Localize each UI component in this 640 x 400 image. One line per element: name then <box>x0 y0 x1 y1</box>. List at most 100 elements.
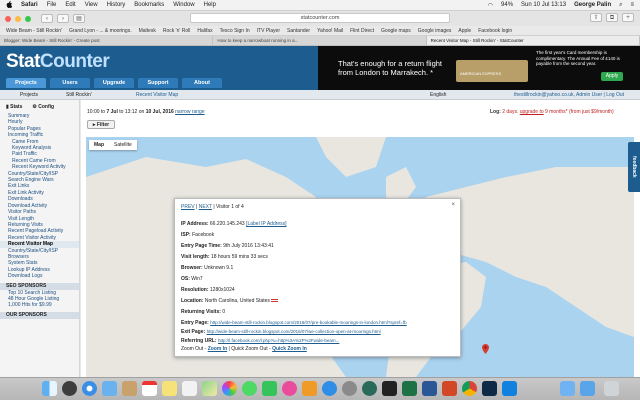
finder-icon[interactable] <box>42 381 57 396</box>
excel-icon[interactable] <box>402 381 417 396</box>
menubar-user[interactable]: George Palin <box>574 2 611 8</box>
facetime-icon[interactable] <box>262 381 277 396</box>
visitor-map[interactable]: Map Satellite × PREV | NEXT | Visitor 1 … <box>86 137 634 377</box>
chrome-icon[interactable] <box>462 381 477 396</box>
filter-button[interactable]: ▸ Filter <box>87 120 115 129</box>
close-icon[interactable]: × <box>451 202 455 208</box>
battery-percent[interactable]: 94% <box>501 2 513 8</box>
nav-projects[interactable]: Projects <box>6 78 46 88</box>
photoshop-icon[interactable] <box>482 381 497 396</box>
bookmark-item[interactable]: Rock 'n' Roll <box>163 28 190 34</box>
nav-users[interactable]: Users <box>50 78 90 88</box>
menu-bookmarks[interactable]: Bookmarks <box>134 2 164 8</box>
label-ip-link[interactable]: [Label IP Address] <box>246 221 287 227</box>
tab-narrowboat[interactable]: How to keep a narrowboat running in a... <box>213 36 427 45</box>
bookmark-item[interactable]: Santander <box>287 28 310 34</box>
bookmark-item[interactable]: Facebook login <box>478 28 512 34</box>
apple-menu-icon[interactable] <box>6 0 13 10</box>
sidebar-item[interactable]: Download Logs <box>0 273 79 279</box>
sponsor-link[interactable]: 1,000 Hits for $9.99 <box>0 302 79 308</box>
bookmark-item[interactable]: Grand Lyon - ... & moorings. <box>69 28 132 34</box>
menu-file[interactable]: File <box>47 2 57 8</box>
list-icon[interactable]: ≡ <box>630 2 634 8</box>
upgrade-link[interactable]: upgrade to <box>520 109 544 115</box>
word-icon[interactable] <box>422 381 437 396</box>
language-select[interactable]: English <box>430 90 446 100</box>
ibooks-icon[interactable] <box>302 381 317 396</box>
wifi-icon[interactable]: ◠ <box>488 2 493 9</box>
close-window-icon[interactable] <box>5 15 11 22</box>
tab-stats[interactable]: ▮ Stats <box>6 104 22 110</box>
menu-window[interactable]: Window <box>173 2 194 8</box>
notes-icon[interactable] <box>162 381 177 396</box>
bookmark-item[interactable]: Tesco Sign In <box>220 28 250 34</box>
nav-upgrade[interactable]: Upgrade <box>94 78 134 88</box>
breadcrumb-project[interactable]: Still Rockin' <box>66 90 92 100</box>
next-visitor-link[interactable]: NEXT <box>199 204 212 210</box>
entry-page-link[interactable]: http://wide-beam-still-rockin.blogspot.c… <box>210 320 406 325</box>
safari-icon[interactable] <box>82 381 97 396</box>
bookmark-item[interactable]: ITV Player <box>257 28 280 34</box>
narrow-range-link[interactable]: narrow range <box>175 109 204 115</box>
documents-folder-icon[interactable] <box>580 381 595 396</box>
messages-icon[interactable] <box>242 381 257 396</box>
maps-icon[interactable] <box>202 381 217 396</box>
menu-safari[interactable]: Safari <box>21 2 38 8</box>
bookmark-item[interactable]: Halifax <box>197 28 212 34</box>
itunes-icon[interactable] <box>282 381 297 396</box>
date-start[interactable]: 7 Jul <box>106 109 117 115</box>
dropbox-icon[interactable] <box>502 381 517 396</box>
account-info[interactable]: thestillrockin@yahoo.co.uk, Admin User |… <box>514 90 624 100</box>
nav-support[interactable]: Support <box>138 78 178 88</box>
exit-page-link[interactable]: http://wide-beam-still-rockin.blogspot.c… <box>207 329 381 334</box>
address-bar[interactable]: statcounter.com <box>190 13 450 23</box>
feedback-tab[interactable]: feedback <box>628 142 640 192</box>
bookmark-item[interactable]: Wide Beam - Still Rockin' <box>6 28 62 34</box>
quick-zoom-in-link[interactable]: Quick Zoom In <box>272 346 307 352</box>
sidebar-toggle-icon[interactable]: ▤ <box>73 14 85 23</box>
back-button[interactable]: ‹ <box>41 14 53 23</box>
bookmark-item[interactable]: Yahoo! Mail <box>317 28 343 34</box>
nav-about[interactable]: About <box>182 78 222 88</box>
minimize-window-icon[interactable] <box>15 15 21 22</box>
menu-edit[interactable]: Edit <box>65 2 75 8</box>
calendar-icon[interactable] <box>142 381 157 396</box>
zoom-window-icon[interactable] <box>25 15 31 22</box>
tab-config[interactable]: ⚙ Config <box>32 104 54 110</box>
forward-button[interactable]: › <box>57 14 69 23</box>
bookmark-item[interactable]: Google images <box>418 28 452 34</box>
tabs-overview-icon[interactable]: ⧉ <box>606 13 618 22</box>
tab-blogger[interactable]: Blogger: Wide Beam - Still Rockin' - Cre… <box>0 36 214 45</box>
menu-history[interactable]: History <box>107 2 126 8</box>
breadcrumb-page[interactable]: Recent Visitor Map <box>136 90 178 100</box>
powerpoint-icon[interactable] <box>442 381 457 396</box>
map-type-map[interactable]: Map <box>89 140 109 150</box>
mail-icon[interactable] <box>102 381 117 396</box>
new-tab-button[interactable]: + <box>622 13 634 22</box>
terminal-icon[interactable] <box>382 381 397 396</box>
bookmark-item[interactable]: Google maps <box>381 28 411 34</box>
date-end[interactable]: 10 Jul, 2016 <box>146 109 174 115</box>
trash-icon[interactable] <box>604 381 619 396</box>
advertisement-banner[interactable]: That's enough for a return flight from L… <box>318 46 640 90</box>
photos-icon[interactable] <box>222 381 237 396</box>
contacts-icon[interactable] <box>122 381 137 396</box>
reminders-icon[interactable] <box>182 381 197 396</box>
ad-apply-button[interactable]: Apply <box>601 72 623 81</box>
app-store-icon[interactable] <box>322 381 337 396</box>
bookmark-item[interactable]: Flint Direct <box>350 28 374 34</box>
search-icon[interactable]: ⌕ <box>619 2 622 9</box>
bookmark-item[interactable]: Maltesk <box>139 28 156 34</box>
time-machine-icon[interactable] <box>362 381 377 396</box>
statcounter-logo[interactable]: StatCounter <box>6 51 110 73</box>
referring-link[interactable]: http://l.facebook.com/l.php?u=http%3A%2F… <box>218 338 339 343</box>
map-type-satellite[interactable]: Satellite <box>109 140 137 150</box>
menubar-clock[interactable]: Sun 10 Jul 13:13 <box>521 2 566 8</box>
menu-help[interactable]: Help <box>204 2 216 8</box>
menu-view[interactable]: View <box>85 2 98 8</box>
system-preferences-icon[interactable] <box>342 381 357 396</box>
breadcrumb-projects[interactable]: Projects <box>20 90 38 100</box>
map-pin[interactable] <box>482 344 489 354</box>
tab-statcounter[interactable]: Recent Visitor Map - Still Rockin' - Sta… <box>426 36 640 45</box>
bookmark-item[interactable]: Apple <box>458 28 471 34</box>
